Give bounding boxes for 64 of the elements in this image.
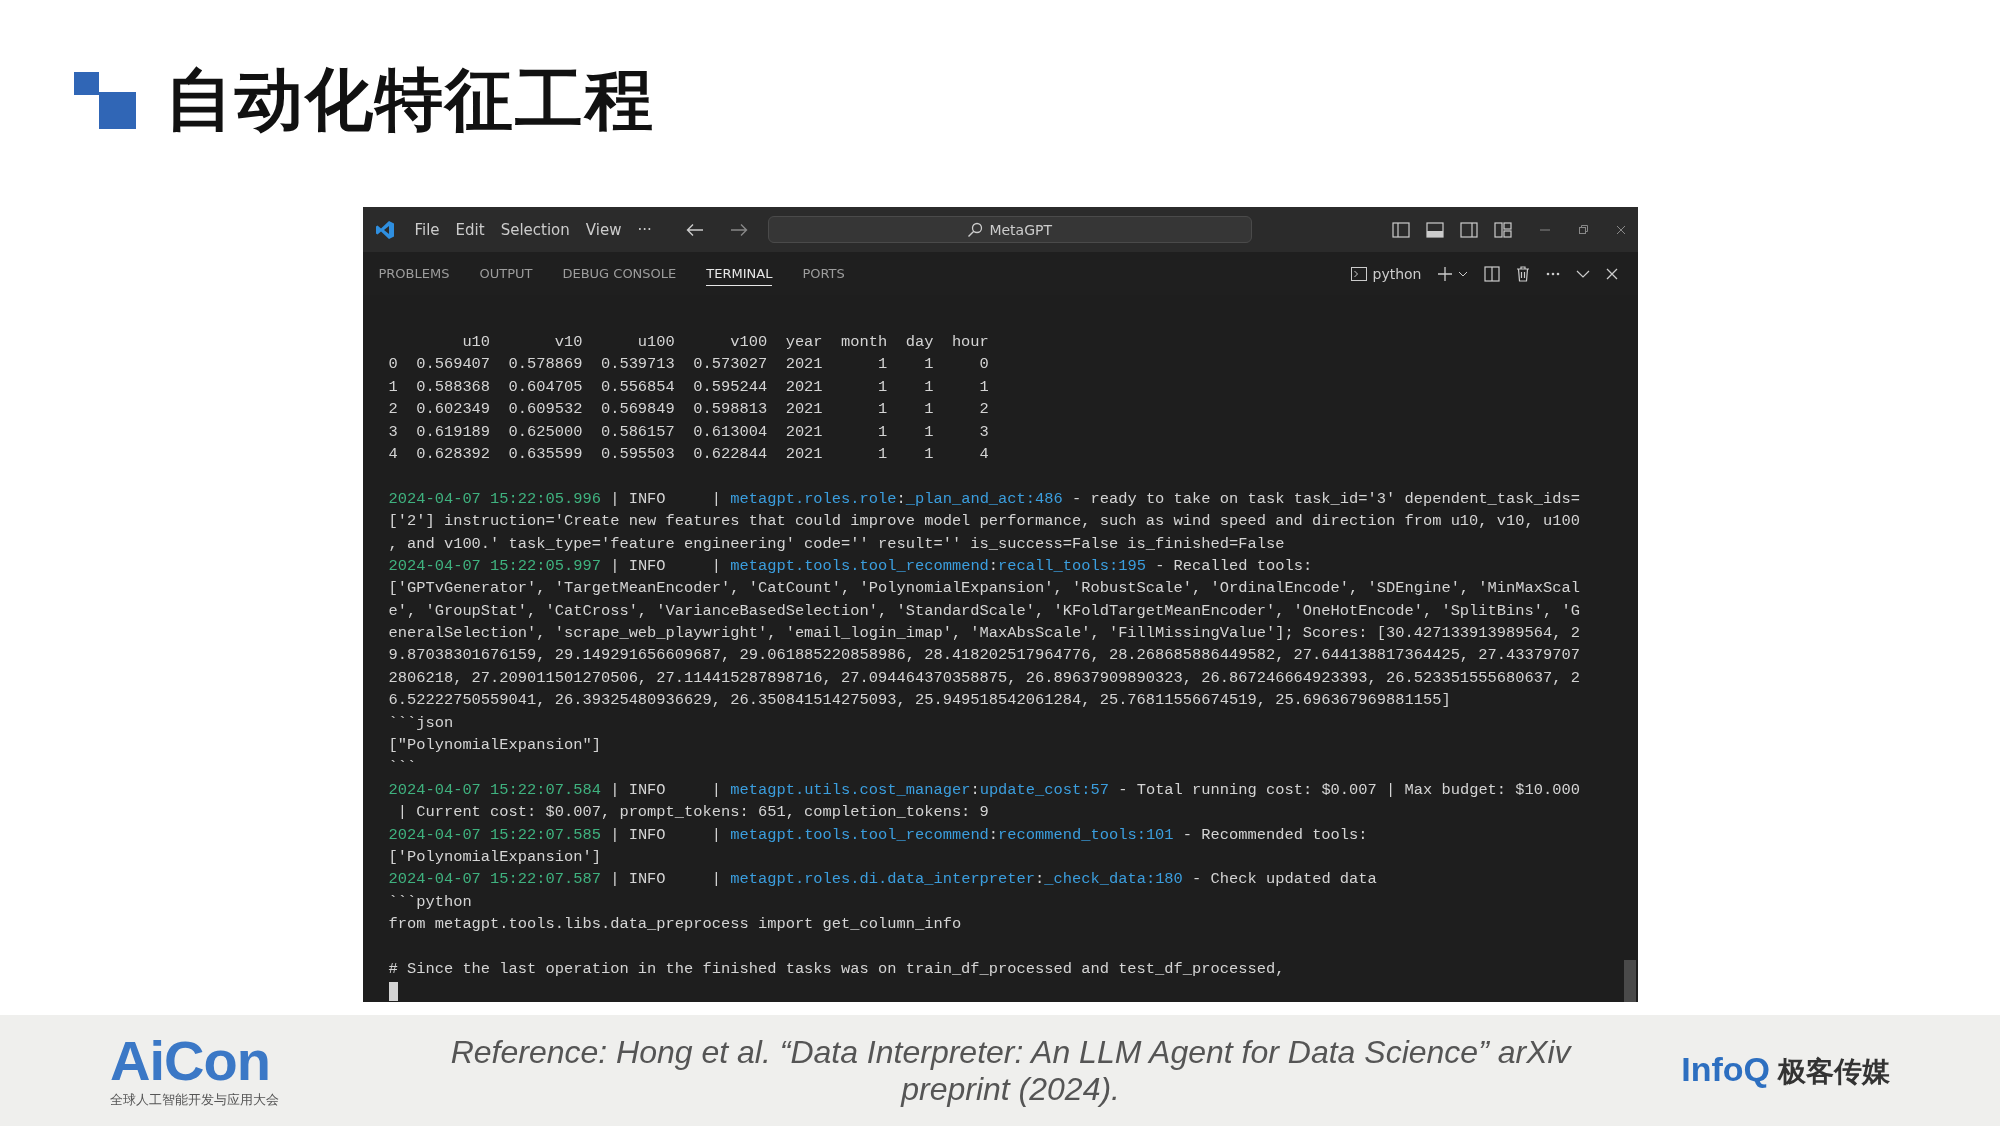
- terminal-line: 6.52222750559041, 26.39325480936629, 26.350841514275093, 25.949518542061284, 25.76811556674519, 25.696367969881155]: [388, 690, 1451, 712]
- terminal-line: 1 0.588368 0.604705 0.556854 0.595244 2021 1 1 1: [388, 376, 989, 398]
- publisher-name: 极客传媒: [1778, 1055, 1890, 1089]
- terminal-line: , and v100.' task_type='feature engineering' code='' result='' is_success=False is_finished=False: [388, 533, 1285, 555]
- panel-tab[interactable]: TERMINAL: [706, 261, 773, 286]
- terminal-line: 4 0.628392 0.635599 0.595503 0.622844 2021 1 1 4: [388, 443, 989, 465]
- search-icon: [967, 221, 984, 238]
- menu-item[interactable]: File: [406, 218, 448, 241]
- forward-arrow-icon[interactable]: [729, 222, 748, 237]
- command-center-search[interactable]: MetaGPT: [767, 216, 1252, 243]
- terminal-cursor: [388, 981, 398, 1001]
- vscode-logo-icon: [374, 219, 395, 240]
- menu-item[interactable]: ···: [629, 218, 660, 241]
- terminal-line: from metagpt.tools.libs.data_preprocess import get_column_info: [388, 914, 962, 936]
- panel-tab[interactable]: PORTS: [802, 261, 845, 286]
- restore-icon[interactable]: [1577, 224, 1588, 235]
- terminal-line: 2024-04-07 15:22:07.587 | INFO | metagpt.roles.di.data_interpreter:_check_data:180 - Check updated data: [388, 869, 1377, 891]
- terminal-line: ['2'] instruction='Create new features that could improve model performance, such as wind speed and direction from u10, v10, u100: [388, 511, 1580, 533]
- terminal-line: 0 0.569407 0.578869 0.539713 0.573027 2021 1 1 0: [388, 354, 989, 376]
- terminal-line: eneralSelection', 'scrape_web_playwright', 'email_login_imap', 'MaxAbsScale', 'FillMissingValue']; Scores: [30.427133913989564, 2: [388, 623, 1580, 645]
- terminal-line: 2024-04-07 15:22:07.584 | INFO | metagpt.utils.cost_manager:update_cost:57 - Total running cost: $0.007 | Max budget: $10.000: [388, 779, 1580, 801]
- panel-tab[interactable]: OUTPUT: [479, 261, 533, 286]
- more-icon[interactable]: [1545, 271, 1560, 276]
- terminal-icon: [1350, 266, 1367, 281]
- scrollbar-thumb[interactable]: [1623, 960, 1636, 1002]
- terminal-line: ```: [388, 757, 417, 779]
- terminal-line: # Since the last operation in the finished tasks was on train_df_processed and test_df_processed,: [388, 958, 1285, 980]
- terminal-line: 3 0.619189 0.625000 0.586157 0.613004 2021 1 1 3: [388, 421, 989, 443]
- chevron-down-icon[interactable]: [1457, 270, 1468, 277]
- plus-icon[interactable]: [1437, 266, 1452, 281]
- close-icon[interactable]: [1605, 267, 1618, 280]
- terminal-line: u10 v10 u100 v100 year month day hour: [461, 332, 989, 353]
- terminal-line: 2024-04-07 15:22:07.585 | INFO | metagpt.tools.tool_recommend:recommend_tools:101 - Recommended tools:: [388, 824, 1368, 846]
- panel-layout-icon[interactable]: [1425, 221, 1444, 238]
- menu-item[interactable]: Selection: [492, 218, 578, 241]
- conference-subtitle: 全球人工智能开发与应用大会: [110, 1090, 279, 1109]
- publisher-logo: InfoQ: [1681, 1050, 1770, 1089]
- menu-item[interactable]: Edit: [447, 218, 493, 241]
- trash-icon[interactable]: [1515, 265, 1530, 282]
- terminal-line: e', 'GroupStat', 'CatCross', 'VarianceBasedSelection', 'StandardScale', 'KFoldTargetMeanEncoder', 'OneHotEncode', 'SplitBins', 'G: [388, 600, 1580, 622]
- slide-title: 自动化特征工程: [165, 60, 655, 139]
- split-terminal-icon[interactable]: [1483, 265, 1500, 282]
- secondary-sidebar-icon[interactable]: [1459, 221, 1478, 238]
- chevron-down-icon[interactable]: [1575, 269, 1590, 278]
- panel-tab[interactable]: PROBLEMS: [378, 261, 450, 286]
- terminal-line: 2024-04-07 15:22:05.996 | INFO | metagpt.roles.role:_plan_and_act:486 - ready to take on task task_id='3' dependent_task_ids=: [388, 488, 1580, 510]
- terminal-line: 2024-04-07 15:22:05.997 | INFO | metagpt.tools.tool_recommend:recall_tools:195 - Recalled tools:: [388, 555, 1313, 577]
- terminal-line: 9.87038301676159, 29.149291656609687, 29.061885220858986, 28.418202517964776, 28.268685886449582, 27.644138817364425, 27.43379707: [388, 645, 1580, 667]
- terminal-line: 2 0.602349 0.609532 0.569849 0.598813 2021 1 1 2: [388, 399, 989, 421]
- customize-layout-icon[interactable]: [1493, 221, 1512, 238]
- terminal-line: ["PolynomialExpansion"]: [388, 735, 601, 757]
- menu-item[interactable]: View: [577, 218, 630, 241]
- terminal-line: 2806218, 27.209011501270506, 27.114415287898716, 27.094464370358875, 26.89637909890323, 26.867246664923393, 26.523351555680637, 2: [388, 667, 1580, 689]
- conference-logo: AiCon: [110, 1032, 270, 1089]
- reference-text: Reference: Hong et al. “Data Interpreter: An LLM Agent for Data Science” arXiv preprint (2024).: [449, 1033, 1573, 1108]
- primary-sidebar-icon[interactable]: [1391, 221, 1410, 238]
- panel-tab[interactable]: DEBUG CONSOLE: [562, 261, 677, 286]
- terminal-line: ```json: [388, 712, 454, 734]
- terminal-line: ```python: [388, 891, 472, 913]
- terminal-line: | Current cost: $0.007, prompt_tokens: 651, completion_tokens: 9: [396, 802, 989, 824]
- terminal-line: ['PolynomialExpansion']: [388, 847, 601, 868]
- terminal-selector[interactable]: python: [1350, 265, 1422, 282]
- terminal-line: ['GPTvGenerator', 'TargetMeanEncoder', 'CatCount', 'PolynomialExpansion', 'RobustScale', 'OrdinalEncode', 'SDEngine', 'MinMaxScal: [388, 578, 1580, 600]
- back-arrow-icon[interactable]: [685, 222, 704, 237]
